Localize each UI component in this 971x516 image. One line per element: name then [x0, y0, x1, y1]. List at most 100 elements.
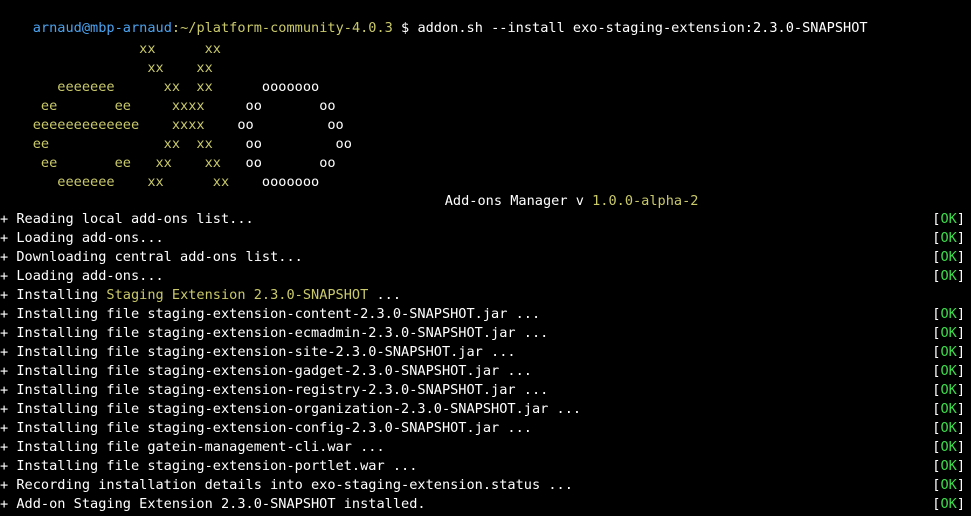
status-badge: [OK]	[932, 248, 965, 267]
log-text: + Installing file staging-extension-site…	[0, 344, 516, 360]
ascii-art-segment: xx xx	[0, 41, 221, 57]
log-text: + Installing file staging-extension-gadg…	[0, 363, 532, 379]
log-line: + Installing file staging-extension-ecma…	[0, 324, 548, 343]
prompt-symbol: $	[392, 20, 418, 36]
status-badge: [OK]	[932, 419, 965, 438]
status-ok: OK	[940, 363, 957, 379]
log-line: + Reading local add-ons list...	[0, 210, 254, 229]
status-close-bracket: ]	[956, 344, 965, 360]
ascii-art-line: eeeeeee xx xx ooooooo	[0, 78, 319, 97]
log-line: + Add-on Staging Extension 2.3.0-SNAPSHO…	[0, 495, 426, 514]
log-text: + Downloading central add-ons list...	[0, 249, 303, 265]
log-text: + Recording installation details into ex…	[0, 477, 573, 493]
command-prompt-line: arnaud@mbp-arnaud:~/platform-community-4…	[0, 0, 868, 36]
ascii-art-segment: oo oo	[245, 98, 336, 114]
log-text: + Reading local add-ons list...	[0, 211, 254, 227]
ascii-art-line: eeeeeeeeeeeee xxxx oo oo	[0, 116, 344, 135]
status-ok: OK	[940, 230, 957, 246]
ascii-art-segment: eeeeeee xx xx	[0, 174, 262, 190]
manager-title: Add-ons Manager v 1.0.0-alpha-2	[412, 173, 699, 209]
log-text: + Installing file staging-extension-port…	[0, 458, 418, 474]
ascii-art-line: xx xx	[0, 59, 213, 78]
log-highlight: Staging Extension 2.3.0-SNAPSHOT	[106, 287, 369, 303]
manager-version: 1.0.0-alpha-2	[592, 193, 699, 209]
log-line: + Loading add-ons...	[0, 229, 164, 248]
terminal-window[interactable]: arnaud@mbp-arnaud:~/platform-community-4…	[0, 0, 971, 516]
status-close-bracket: ]	[956, 268, 965, 284]
log-line: + Installing file gatein-management-cli.…	[0, 438, 385, 457]
prompt-command: addon.sh --install exo-staging-extension…	[417, 20, 868, 36]
log-line: + Installing file staging-extension-conf…	[0, 419, 532, 438]
status-ok: OK	[940, 344, 957, 360]
status-badge: [OK]	[932, 343, 965, 362]
status-ok: OK	[940, 439, 957, 455]
ascii-art-line: ee ee xxxx oo oo	[0, 97, 336, 116]
log-line: + Loading add-ons...	[0, 267, 164, 286]
prompt-path: :~/platform-community-4.0.3	[171, 20, 393, 36]
status-close-bracket: ]	[956, 420, 965, 436]
status-badge: [OK]	[932, 381, 965, 400]
status-close-bracket: ]	[956, 401, 965, 417]
status-badge: [OK]	[932, 438, 965, 457]
status-close-bracket: ]	[956, 211, 965, 227]
status-ok: OK	[940, 211, 957, 227]
status-close-bracket: ]	[956, 230, 965, 246]
log-text: + Installing	[0, 287, 107, 303]
log-line: + Downloading central add-ons list...	[0, 248, 303, 267]
ascii-art-segment: ee ee xxxx	[0, 98, 246, 114]
log-line: + Installing file staging-extension-regi…	[0, 381, 548, 400]
ascii-art-line: xx xx	[0, 40, 221, 59]
ascii-art-segment: oo oo	[245, 136, 352, 152]
status-ok: OK	[940, 382, 957, 398]
ascii-art-segment: ee xx xx	[0, 136, 246, 152]
log-line: + Installing file staging-extension-port…	[0, 457, 417, 476]
status-close-bracket: ]	[956, 382, 965, 398]
status-ok: OK	[940, 306, 957, 322]
status-ok: OK	[940, 249, 957, 265]
status-badge: [OK]	[932, 362, 965, 381]
status-close-bracket: ]	[956, 439, 965, 455]
status-badge: [OK]	[932, 267, 965, 286]
status-close-bracket: ]	[956, 363, 965, 379]
status-badge: [OK]	[932, 457, 965, 476]
status-close-bracket: ]	[956, 249, 965, 265]
ascii-art-segment: eeeeeeeeeeeee xxxx	[0, 117, 238, 133]
ascii-art-line: ee ee xx xx oo oo	[0, 154, 336, 173]
log-line: + Installing Staging Extension 2.3.0-SNA…	[0, 286, 401, 305]
log-line: + Installing file staging-extension-site…	[0, 343, 516, 362]
status-ok: OK	[940, 420, 957, 436]
status-close-bracket: ]	[956, 306, 965, 322]
status-ok: OK	[940, 401, 957, 417]
ascii-art-segment: oo oo	[245, 155, 336, 171]
status-badge: [OK]	[932, 476, 965, 495]
log-text: + Add-on Staging Extension 2.3.0-SNAPSHO…	[0, 496, 426, 512]
ascii-art-segment: ooooooo	[261, 79, 320, 95]
prompt-user-host: arnaud@mbp-arnaud	[32, 20, 172, 36]
status-close-bracket: ]	[956, 496, 965, 512]
ascii-art-segment: ee ee xx xx	[0, 155, 246, 171]
status-ok: OK	[940, 477, 957, 493]
status-badge: [OK]	[932, 305, 965, 324]
ascii-art-segment: xx xx	[0, 60, 213, 76]
status-close-bracket: ]	[956, 477, 965, 493]
ascii-art-segment: eeeeeee xx xx	[0, 79, 262, 95]
status-badge: [OK]	[932, 210, 965, 229]
status-badge: [OK]	[932, 229, 965, 248]
status-close-bracket: ]	[956, 325, 965, 341]
log-rest: ...	[368, 287, 402, 303]
log-text: + Installing file staging-extension-regi…	[0, 382, 549, 398]
status-badge: [OK]	[932, 324, 965, 343]
ascii-art-segment: oo oo	[237, 117, 344, 133]
status-close-bracket: ]	[956, 458, 965, 474]
log-text: + Installing file staging-extension-conf…	[0, 420, 532, 436]
ascii-art-segment: ooooooo	[261, 174, 320, 190]
manager-title-text: Add-ons Manager v	[444, 193, 593, 209]
status-ok: OK	[940, 325, 957, 341]
log-text: + Loading add-ons...	[0, 268, 164, 284]
log-line: + Installing file staging-extension-gadg…	[0, 362, 532, 381]
log-line: + Installing file staging-extension-cont…	[0, 305, 540, 324]
log-text: + Installing file staging-extension-ecma…	[0, 325, 549, 341]
log-text: + Installing file staging-extension-cont…	[0, 306, 541, 322]
status-ok: OK	[940, 496, 957, 512]
log-text: + Installing file staging-extension-orga…	[0, 401, 582, 417]
